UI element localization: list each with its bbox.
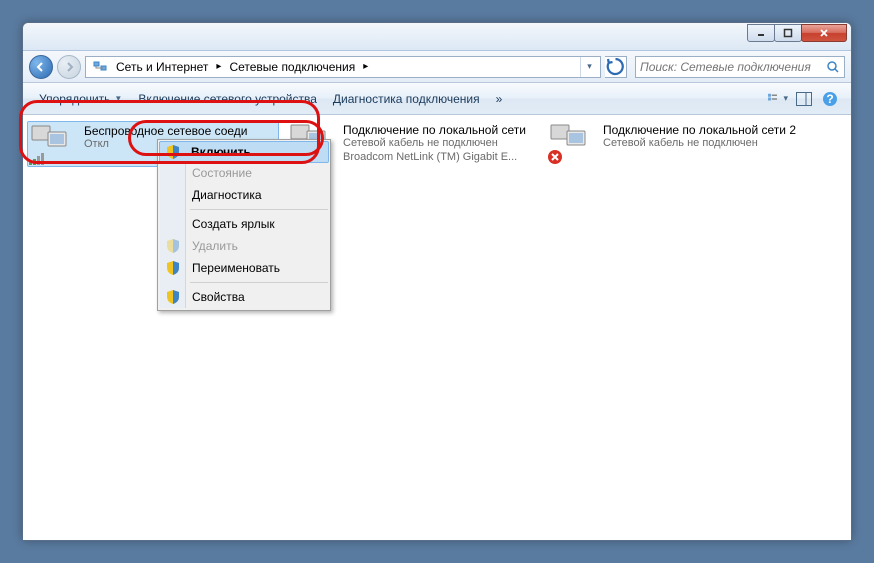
enable-device-button[interactable]: Включение сетевого устройства: [130, 88, 325, 110]
connection-name: Подключение по локальной сети: [343, 123, 537, 137]
connection-lan-2[interactable]: Подключение по локальной сети 2 Сетевой …: [547, 121, 799, 165]
search-box[interactable]: [635, 56, 845, 78]
connection-name: Подключение по локальной сети 2: [603, 123, 797, 137]
ctx-delete: Удалить: [160, 235, 328, 257]
svg-text:?: ?: [826, 92, 833, 106]
connection-device: Broadcom NetLink (TM) Gigabit E...: [343, 151, 537, 164]
breadcrumb-current[interactable]: Сетевые подключения▸: [225, 57, 372, 77]
minimize-button[interactable]: [747, 24, 775, 42]
titlebar[interactable]: [23, 23, 851, 51]
connection-status: Сетевой кабель не подключен: [603, 137, 797, 150]
search-icon: [826, 60, 840, 74]
ctx-create-shortcut[interactable]: Создать ярлык: [160, 213, 328, 235]
separator: [190, 282, 328, 283]
view-button[interactable]: ▾: [767, 88, 789, 110]
separator: [190, 209, 328, 210]
breadcrumb-parent[interactable]: Сеть и Интернет▸: [112, 57, 225, 77]
close-button[interactable]: [801, 24, 847, 42]
shield-icon: [165, 260, 181, 276]
shield-icon: [165, 289, 181, 305]
ctx-rename[interactable]: Переименовать: [160, 257, 328, 279]
wireless-adapter-icon: [30, 124, 78, 164]
address-bar[interactable]: Сеть и Интернет▸ Сетевые подключения▸ ▾: [85, 56, 601, 78]
diagnose-button[interactable]: Диагностика подключения: [325, 88, 488, 110]
help-button[interactable]: ?: [819, 88, 841, 110]
error-x-icon: [547, 149, 563, 165]
context-menu: Включить Состояние Диагностика Создать я…: [157, 139, 331, 311]
ctx-diagnostics[interactable]: Диагностика: [160, 184, 328, 206]
toolbar: Упорядочить▼ Включение сетевого устройст…: [23, 83, 851, 115]
address-dropdown[interactable]: ▾: [580, 57, 598, 77]
preview-pane-button[interactable]: [793, 88, 815, 110]
network-icon: [92, 59, 108, 75]
chevron-right-icon[interactable]: ▸: [359, 61, 372, 72]
search-input[interactable]: [640, 60, 826, 74]
address-row: Сеть и Интернет▸ Сетевые подключения▸ ▾: [23, 51, 851, 83]
ctx-status: Состояние: [160, 162, 328, 184]
toolbar-more[interactable]: »: [488, 88, 511, 110]
lan-adapter-icon: [549, 123, 597, 163]
explorer-window: Сеть и Интернет▸ Сетевые подключения▸ ▾ …: [22, 22, 852, 541]
content-area[interactable]: Беспроводное сетевое соеди Откл Подключе…: [23, 115, 851, 540]
forward-button[interactable]: [57, 55, 81, 79]
maximize-button[interactable]: [774, 24, 802, 42]
organize-button[interactable]: Упорядочить▼: [31, 88, 130, 110]
ctx-enable[interactable]: Включить: [159, 141, 329, 163]
refresh-button[interactable]: [605, 56, 627, 78]
connection-name: Беспроводное сетевое соеди: [84, 124, 276, 138]
shield-icon: [165, 144, 181, 160]
connection-status: Сетевой кабель не подключен: [343, 137, 537, 150]
chevron-right-icon[interactable]: ▸: [212, 61, 225, 72]
back-button[interactable]: [29, 55, 53, 79]
wifi-signal-icon: [28, 152, 48, 166]
ctx-properties[interactable]: Свойства: [160, 286, 328, 308]
shield-icon: [165, 238, 181, 254]
